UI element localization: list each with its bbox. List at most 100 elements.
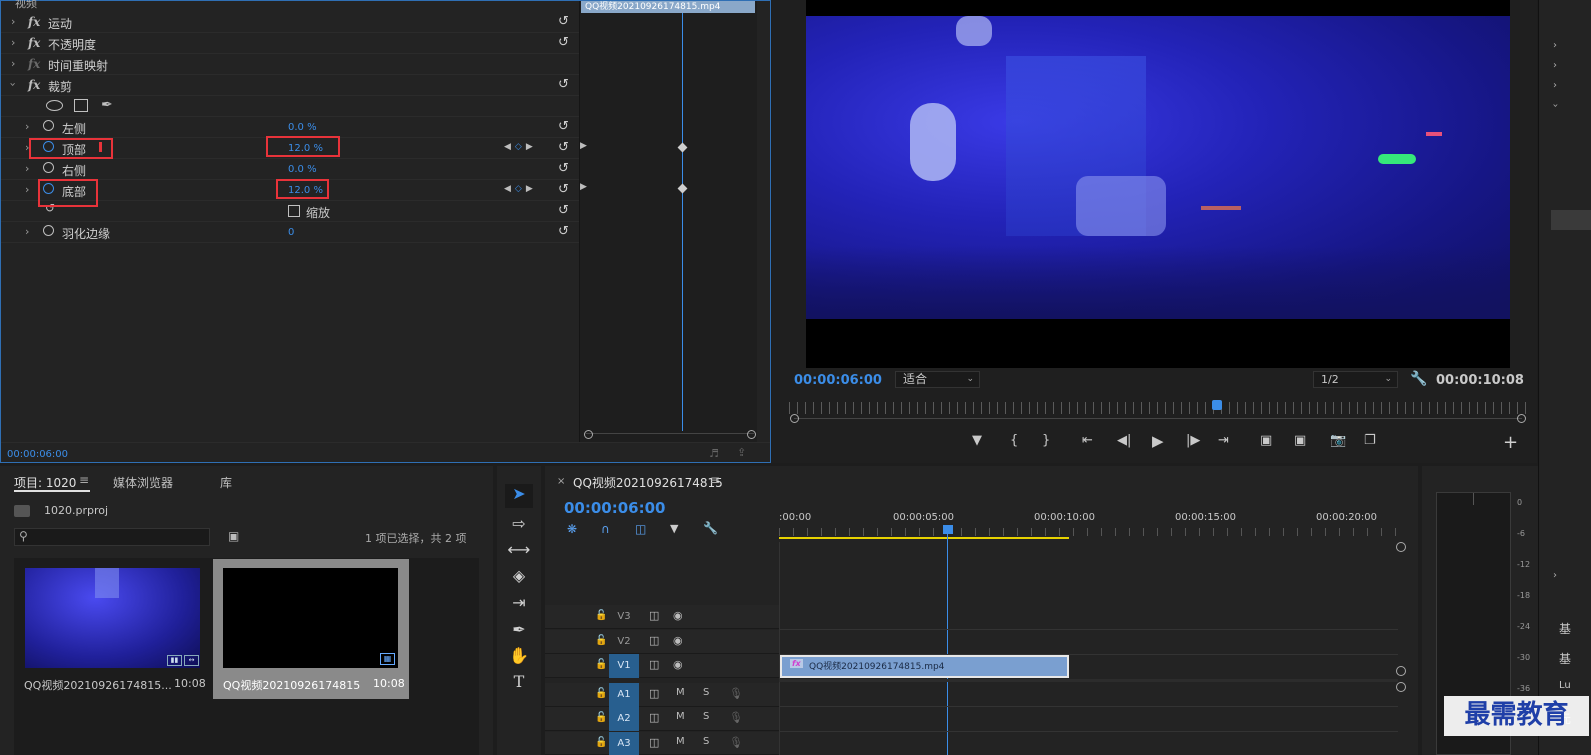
menu-icon[interactable]: ≡ xyxy=(710,473,720,487)
reset-icon[interactable]: ↺ xyxy=(558,224,569,239)
program-time-ruler[interactable] xyxy=(789,402,1527,414)
chevron-down-icon[interactable]: › xyxy=(7,82,20,86)
reset-icon[interactable]: ↺ xyxy=(558,140,569,155)
reset-icon[interactable]: ↺ xyxy=(558,161,569,176)
zoom-handle-right[interactable] xyxy=(1517,414,1526,423)
sync-icon[interactable]: ◫ xyxy=(649,609,659,622)
chevron-down-icon[interactable]: › xyxy=(1550,104,1561,108)
stopwatch-icon[interactable] xyxy=(43,162,54,173)
eye-icon[interactable]: ◉ xyxy=(673,634,683,647)
param-row-left[interactable]: › 左侧 0.0 % ↺ xyxy=(1,117,579,138)
export-icon[interactable]: ⇪ xyxy=(737,446,746,459)
lock-icon[interactable]: 🔓 xyxy=(595,659,607,670)
chevron-right-icon[interactable]: › xyxy=(1553,40,1557,51)
lock-icon[interactable]: 🔓 xyxy=(595,712,607,723)
track-name[interactable]: A1 xyxy=(609,683,639,707)
stopwatch-icon[interactable] xyxy=(43,225,54,236)
track-header-a2[interactable]: 🔓 A2 ◫ M S 🎙 xyxy=(545,707,779,731)
wrench-icon[interactable]: 🔧 xyxy=(703,521,718,535)
go-to-in-icon[interactable]: ⇤ xyxy=(1082,434,1093,447)
nest-icon[interactable]: ❋ xyxy=(567,522,577,536)
fx-timecode[interactable]: 00:00:06:00 xyxy=(7,449,68,460)
panel-label[interactable]: Lu xyxy=(1559,680,1571,691)
keyframe-diamond[interactable] xyxy=(677,183,688,194)
eye-icon[interactable]: ◉ xyxy=(673,609,683,622)
tab-project[interactable]: 项目: 1020 xyxy=(14,474,76,491)
timeline-playhead-head[interactable] xyxy=(943,525,953,534)
lock-icon[interactable]: 🔓 xyxy=(595,688,607,699)
selected-item[interactable] xyxy=(1551,210,1591,230)
track-select-tool-icon[interactable]: ⇨ xyxy=(505,514,533,533)
reset-icon[interactable]: ↺ xyxy=(558,203,569,218)
razor-tool-icon[interactable]: ◈ xyxy=(505,566,533,585)
pen-mask-icon[interactable]: ✒ xyxy=(101,97,113,113)
audio-scrub-icon[interactable]: ♬ xyxy=(709,447,719,460)
go-to-out-icon[interactable]: ⇥ xyxy=(1218,434,1229,447)
new-bin-search-icon[interactable]: ▣ xyxy=(228,529,239,543)
tab-media-browser[interactable]: 媒体浏览器 xyxy=(113,474,173,491)
chevron-right-icon[interactable]: › xyxy=(1553,570,1557,581)
resolution-dropdown[interactable]: 1/2 ⌄ xyxy=(1313,371,1398,388)
scroll-handle[interactable] xyxy=(1396,666,1406,676)
fx-icon[interactable]: fx xyxy=(28,57,40,71)
rectangle-mask-icon[interactable] xyxy=(74,99,88,112)
program-playhead[interactable] xyxy=(1212,400,1223,410)
pen-tool-icon[interactable]: ✒ xyxy=(505,620,533,639)
track-header-v2[interactable]: 🔓 V2 ◫ ◉ xyxy=(545,630,779,654)
fit-dropdown[interactable]: 适合 ⌄ xyxy=(895,371,980,388)
add-button-icon[interactable]: + xyxy=(1503,432,1518,453)
mute-button[interactable]: M xyxy=(676,711,685,722)
slip-tool-icon[interactable]: ⇥ xyxy=(505,593,533,612)
param-row-feather[interactable]: › 羽化边缘 0 ↺ xyxy=(1,222,579,243)
close-tab-icon[interactable]: × xyxy=(557,476,565,487)
panel-label[interactable]: 基 xyxy=(1559,650,1571,667)
mute-button[interactable]: M xyxy=(676,687,685,698)
program-timecode-current[interactable]: 00:00:06:00 xyxy=(794,373,882,388)
compare-view-icon[interactable]: ❐ xyxy=(1364,434,1376,447)
type-tool-icon[interactable]: T xyxy=(505,672,533,691)
track-name[interactable]: A2 xyxy=(609,707,639,731)
track-name[interactable]: V1 xyxy=(609,654,639,678)
zoom-scrollbar[interactable] xyxy=(584,430,756,441)
add-marker-icon[interactable]: ▼ xyxy=(972,434,982,447)
chevron-right-icon[interactable]: › xyxy=(11,57,15,70)
mute-button[interactable]: M xyxy=(676,736,685,747)
project-item[interactable]: ▮▮ ↔ QQ视频20210926174815... 10:08 xyxy=(16,559,208,699)
sync-icon[interactable]: ◫ xyxy=(649,711,659,724)
effect-timeline-area[interactable]: ▶ ▶ xyxy=(579,1,757,442)
linked-selection-icon[interactable]: ◫ xyxy=(635,522,646,536)
fx-icon[interactable]: fx xyxy=(28,15,40,29)
param-row-right[interactable]: › 右侧 0.0 % ↺ xyxy=(1,159,579,180)
scroll-handle-left[interactable] xyxy=(584,430,593,439)
chevron-right-icon[interactable]: › xyxy=(11,36,15,49)
scroll-handle[interactable] xyxy=(1396,682,1406,692)
solo-button[interactable]: S xyxy=(703,687,709,698)
tab-library[interactable]: 库 xyxy=(220,474,232,491)
chevron-right-icon[interactable]: › xyxy=(1553,80,1557,91)
chevron-right-icon[interactable]: › xyxy=(25,120,29,133)
timeline-clip[interactable]: fx QQ视频20210926174815.mp4 xyxy=(780,655,1069,678)
mic-icon[interactable]: 🎙 xyxy=(729,711,743,724)
keyframe-nav-icon[interactable]: ◀◇▶ xyxy=(504,184,537,194)
chevron-right-icon[interactable]: › xyxy=(1553,60,1557,71)
work-area-bar[interactable] xyxy=(779,537,1069,539)
keyframe-nav-icon[interactable]: ◀◇▶ xyxy=(504,142,537,152)
step-back-icon[interactable]: ◀| xyxy=(1117,434,1131,447)
track-header-a1[interactable]: 🔓 A1 ◫ M S 🎙 xyxy=(545,683,779,707)
mic-icon[interactable]: 🎙 xyxy=(729,736,743,749)
add-marker-icon[interactable]: ▼ xyxy=(670,522,678,535)
mark-out-icon[interactable]: } xyxy=(1042,434,1050,447)
ripple-edit-tool-icon[interactable]: ⟷ xyxy=(505,540,533,559)
selection-tool-icon[interactable]: ➤ xyxy=(505,484,533,508)
menu-icon[interactable]: ≡ xyxy=(79,473,89,487)
reset-icon[interactable]: ↺ xyxy=(558,119,569,134)
play-icon[interactable]: ▶ xyxy=(1152,434,1164,449)
solo-button[interactable]: S xyxy=(703,736,709,747)
ellipse-mask-icon[interactable] xyxy=(46,100,63,111)
chevron-right-icon[interactable]: › xyxy=(25,183,29,196)
lock-icon[interactable]: 🔓 xyxy=(595,610,607,621)
time-ruler[interactable]: :00:00 00:00:05:00 00:00:10:00 00:00:15:… xyxy=(779,510,1399,540)
effect-row-opacity[interactable]: › fx 不透明度 ↺ xyxy=(1,33,579,54)
effect-row-motion[interactable]: › fx 运动 ↺ xyxy=(1,12,579,33)
scroll-handle-right[interactable] xyxy=(747,430,756,439)
